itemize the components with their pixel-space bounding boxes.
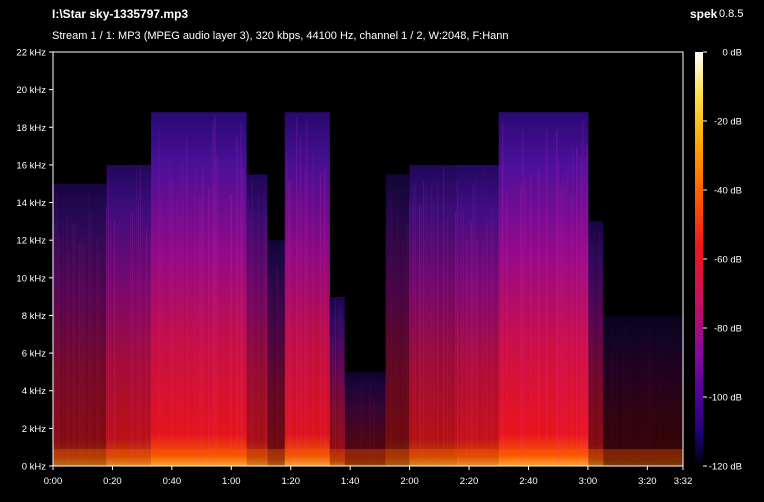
x-tick-label: 3:20 [638, 476, 657, 487]
spectrum-segment [266, 240, 286, 466]
colorbar-tick-label: -60 dB [714, 255, 742, 266]
spectrum-segment [284, 112, 330, 466]
x-tick-label: 2:20 [460, 476, 479, 487]
x-axis: 0:00 0:20 0:40 1:00 1:20 1:40 2:00 2:20 2:40 3:00… [44, 466, 693, 487]
spectrum-segment [587, 221, 604, 466]
low-band [53, 449, 683, 466]
y-tick-label: 0 kHz [22, 462, 47, 473]
x-tick-label: 3:32 [674, 476, 693, 487]
y-tick-label: 14 kHz [16, 198, 46, 209]
spectrum-segment [498, 112, 589, 466]
colorbar-tick-label: -40 dB [714, 186, 742, 197]
x-tick-label: 0:40 [163, 476, 182, 487]
y-tick-label: 18 kHz [16, 123, 46, 134]
y-tick-label: 2 kHz [22, 424, 47, 435]
colorbar-tick-label: -100 dB [709, 393, 742, 404]
y-tick-label: 8 kHz [22, 311, 47, 322]
x-tick-label: 1:40 [341, 476, 360, 487]
x-tick-label: 0:20 [103, 476, 122, 487]
x-tick-label: 3:00 [579, 476, 598, 487]
x-tick-label: 1:20 [281, 476, 300, 487]
x-tick-label: 0:00 [44, 476, 63, 487]
y-tick-label: 20 kHz [16, 85, 46, 96]
y-tick-label: 6 kHz [22, 349, 47, 360]
x-tick-label: 2:00 [400, 476, 419, 487]
x-tick-label: 2:40 [519, 476, 538, 487]
y-tick-label: 10 kHz [16, 273, 46, 284]
y-tick-label: 12 kHz [16, 236, 46, 247]
colorbar-tick-label: -20 dB [714, 117, 742, 128]
spectrum-segment [106, 164, 152, 466]
y-tick-label: 22 kHz [16, 48, 46, 59]
spectrogram-chart: 0 kHz 2 kHz 4 kHz 6 kHz 8 kHz 10 kHz 12 kHz 14 … [16, 48, 742, 488]
y-tick-label: 16 kHz [16, 160, 46, 171]
colorbar-tick-label: -120 dB [709, 462, 742, 473]
y-tick-label: 4 kHz [22, 386, 47, 397]
y-axis: 0 kHz 2 kHz 4 kHz 6 kHz 8 kHz 10 kHz 12 kHz 14 … [16, 48, 53, 473]
spectrum-segment [329, 296, 345, 466]
x-tick-label: 1:00 [222, 476, 241, 487]
colorbar-axis: 0 dB -20 dB -40 dB -60 dB -80 dB -100 dB -120 … [703, 48, 742, 473]
colorbar [695, 52, 703, 466]
colorbar-tick-label: 0 dB [722, 48, 742, 59]
colorbar-tick-label: -80 dB [714, 324, 742, 335]
